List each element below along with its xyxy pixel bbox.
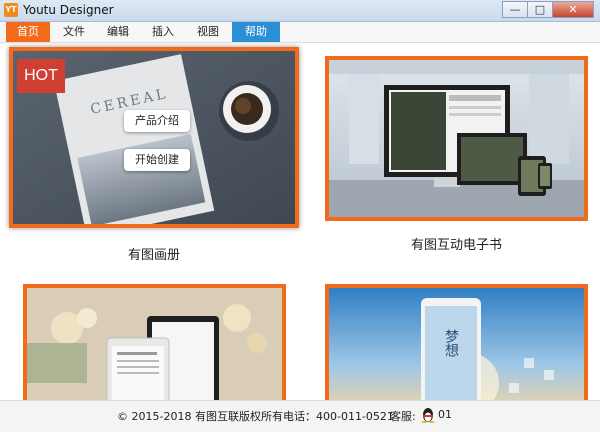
qq-penguin-icon[interactable]: [421, 407, 435, 423]
qq-number-text: 01: [438, 408, 452, 421]
app-logo-icon: YT: [4, 3, 18, 17]
status-footer: © 2015-2018 有图互联版权所有 电话：400-011-0521 客服:…: [0, 400, 600, 432]
service-label: 客服:: [390, 410, 416, 423]
ebook-preview-image: [329, 60, 584, 217]
phone-text: 电话：400-011-0521: [283, 410, 394, 423]
menu-home[interactable]: 首页: [6, 22, 50, 42]
menu-edit[interactable]: 编辑: [96, 22, 140, 42]
copyright-text: © 2015-2018 有图互联版权所有: [117, 410, 283, 423]
template-label-ebook: 有图互动电子书: [410, 238, 502, 253]
tablet-preview-image: [27, 288, 282, 400]
menu-insert[interactable]: 插入: [141, 22, 185, 42]
close-button[interactable]: ✕: [552, 1, 594, 18]
hot-badge: HOT: [17, 59, 65, 93]
menu-bar: 首页 文件 编辑 插入 视图 帮助: [0, 22, 600, 43]
minimize-button[interactable]: —: [502, 1, 528, 18]
template-card-tablet[interactable]: [23, 284, 286, 400]
menu-help[interactable]: 帮助: [232, 22, 280, 42]
template-card-ebook[interactable]: [325, 56, 588, 221]
menu-file[interactable]: 文件: [52, 22, 96, 42]
template-card-poster[interactable]: 梦想: [325, 284, 588, 400]
start-create-button[interactable]: 开始创建: [124, 149, 190, 171]
product-intro-button[interactable]: 产品介绍: [124, 110, 190, 132]
window-title: Youtu Designer: [23, 3, 114, 17]
template-label-album: 有图画册: [127, 248, 180, 263]
menu-view[interactable]: 视图: [186, 22, 230, 42]
poster-title: 梦想: [443, 329, 459, 357]
template-card-album[interactable]: CEREAL HOT 产品介绍 开始创建: [9, 47, 299, 228]
poster-preview-image: 梦想: [329, 288, 584, 400]
template-gallery: CEREAL HOT 产品介绍 开始创建 有图画册 有图互动电子书 梦想: [0, 43, 600, 400]
window-controls: — □ ✕: [502, 1, 594, 18]
maximize-button[interactable]: □: [527, 1, 553, 18]
title-bar: YT Youtu Designer — □ ✕: [0, 0, 600, 22]
